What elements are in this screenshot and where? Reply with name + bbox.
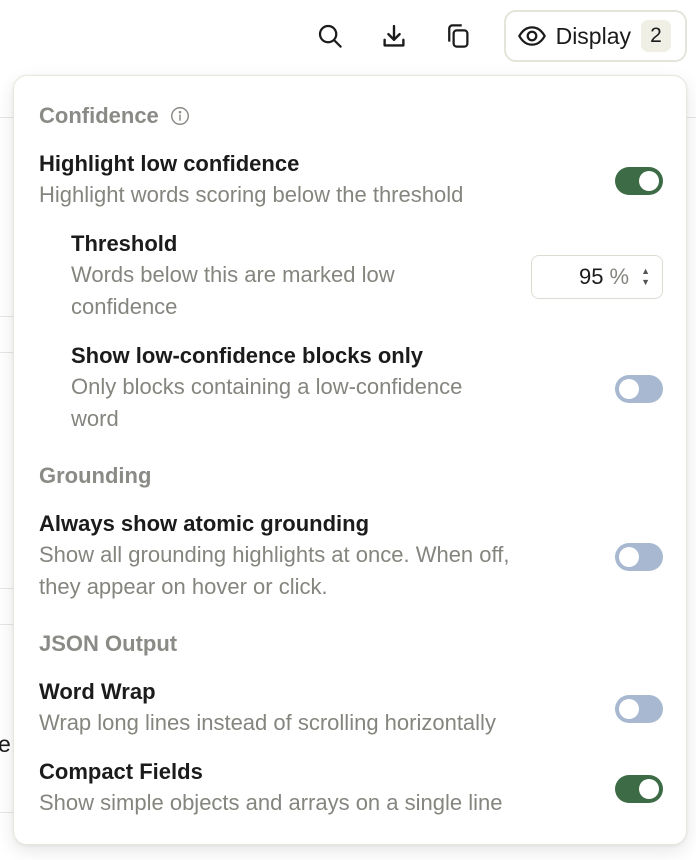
compact-fields-toggle[interactable] <box>615 775 663 803</box>
compact-fields-title: Compact Fields <box>39 759 203 784</box>
toolbar: Display 2 <box>308 10 687 62</box>
background-text-fragment: e <box>0 731 11 757</box>
atomic-grounding-toggle[interactable] <box>615 543 663 571</box>
threshold-stepper[interactable]: 95 % ▲ ▼ <box>531 255 663 299</box>
atomic-grounding-title: Always show atomic grounding <box>39 511 370 536</box>
confidence-section-heading: Confidence <box>39 103 191 129</box>
word-wrap-desc: Wrap long lines instead of scrolling hor… <box>39 710 496 735</box>
threshold-title: Threshold <box>71 231 178 256</box>
word-wrap-title: Word Wrap <box>39 679 156 704</box>
stepper-arrows[interactable]: ▲ ▼ <box>641 266 650 288</box>
background-divider <box>0 352 14 353</box>
info-icon[interactable] <box>169 105 191 127</box>
background-divider <box>0 117 14 118</box>
threshold-value: 95 <box>579 264 604 289</box>
highlight-low-confidence-toggle[interactable] <box>615 167 663 195</box>
background-divider <box>0 812 14 813</box>
threshold-unit: % <box>609 264 630 289</box>
display-count-badge: 2 <box>641 20 671 52</box>
toggle-knob <box>619 379 639 399</box>
background-divider <box>0 316 14 317</box>
grounding-section-heading: Grounding <box>39 463 152 488</box>
copy-icon <box>447 24 469 48</box>
blocks-only-title: Show low-confidence blocks only <box>71 343 424 368</box>
chevron-up-icon[interactable]: ▲ <box>641 266 650 277</box>
display-settings-panel: Confidence Highlight low confidence High… <box>13 75 687 845</box>
blocks-only-toggle[interactable] <box>615 375 663 403</box>
background-divider <box>0 588 14 589</box>
chevron-down-icon[interactable]: ▼ <box>641 277 650 288</box>
search-button[interactable] <box>308 14 352 58</box>
threshold-desc-line2: confidence <box>71 294 178 319</box>
display-button[interactable]: Display 2 <box>503 10 687 62</box>
search-icon <box>318 24 342 48</box>
download-icon <box>383 24 405 47</box>
toggle-knob <box>619 547 639 567</box>
background-divider <box>0 624 14 625</box>
compact-fields-desc: Show simple objects and arrays on a sing… <box>39 790 503 815</box>
confidence-heading-label: Confidence <box>39 103 159 128</box>
background-divider <box>686 117 696 118</box>
threshold-desc-line1: Words below this are marked low <box>71 262 395 287</box>
toggle-knob <box>619 699 639 719</box>
highlight-low-confidence-title: Highlight low confidence <box>39 151 300 176</box>
atomic-grounding-desc-line1: Show all grounding highlights at once. W… <box>39 542 510 567</box>
toggle-knob <box>639 779 659 799</box>
atomic-grounding-desc-line2: they appear on hover or click. <box>39 574 328 599</box>
json-output-section-heading: JSON Output <box>39 631 178 656</box>
copy-button[interactable] <box>436 14 480 58</box>
eye-icon <box>517 26 546 46</box>
display-label: Display <box>555 22 631 49</box>
toggle-knob <box>639 171 659 191</box>
blocks-only-desc-line2: word <box>71 406 119 431</box>
download-button[interactable] <box>372 14 416 58</box>
blocks-only-desc-line1: Only blocks containing a low-confidence <box>71 374 463 399</box>
word-wrap-toggle[interactable] <box>615 695 663 723</box>
highlight-low-confidence-desc: Highlight words scoring below the thresh… <box>39 182 464 207</box>
